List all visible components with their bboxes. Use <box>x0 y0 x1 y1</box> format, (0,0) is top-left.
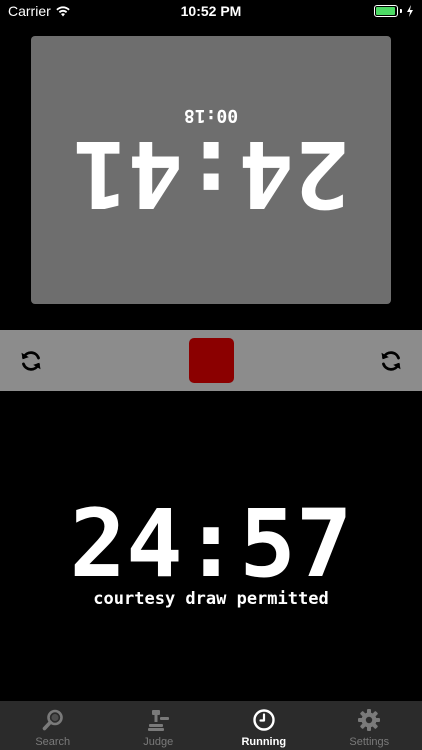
magnifier-icon <box>40 707 66 733</box>
opponent-time: 24:41 <box>72 120 350 227</box>
tab-bar: Search Judge Running Settings <box>0 701 422 750</box>
opponent-subtime: 00:18 <box>183 105 239 126</box>
tab-search[interactable]: Search <box>0 701 106 750</box>
battery-indicator <box>374 5 414 17</box>
player-time[interactable]: 24:57 <box>0 495 422 595</box>
opponent-clock-panel[interactable]: 24:41 00:18 <box>31 36 391 304</box>
battery-tip <box>400 9 402 13</box>
tab-settings[interactable]: Settings <box>317 701 422 750</box>
reset-right-button[interactable] <box>378 348 404 374</box>
gavel-icon <box>145 707 171 733</box>
battery-level <box>376 7 395 15</box>
clock-icon <box>251 707 277 733</box>
status-bar: Carrier 10:52 PM <box>0 0 422 24</box>
tab-label: Search <box>35 736 71 748</box>
stop-button[interactable] <box>189 338 234 383</box>
control-bar <box>0 330 422 391</box>
tab-judge[interactable]: Judge <box>106 701 212 750</box>
reset-icon <box>21 351 41 371</box>
tab-running[interactable]: Running <box>211 701 317 750</box>
reset-left-button[interactable] <box>18 348 44 374</box>
tab-label: Judge <box>143 736 174 748</box>
charging-bolt-icon <box>407 5 413 17</box>
gear-icon <box>356 707 382 733</box>
status-time: 10:52 PM <box>180 3 242 19</box>
tab-label: Running <box>241 736 287 748</box>
reset-icon <box>381 351 401 371</box>
tab-label: Settings <box>349 736 390 748</box>
battery-icon <box>374 5 398 17</box>
player-message: courtesy draw permitted <box>93 589 329 609</box>
